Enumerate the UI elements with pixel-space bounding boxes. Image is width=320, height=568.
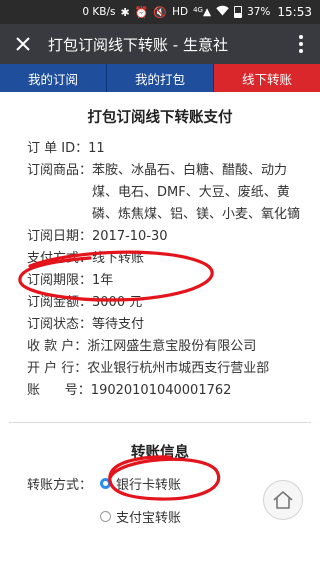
transfer-section-title: 转账信息 [131,445,189,461]
hd-icon: HD [172,6,189,18]
products-row: 订阅商品： 苯胺、冰晶石、白糖、醋酸、动力煤、电石、DMF、大豆、废纸、黄磷、炼… [27,160,308,226]
home-icon [273,491,293,509]
payee-row: 收 款 户： 浙江网盛生意宝股份有限公司 [27,336,308,358]
row-value: 1年 [92,273,114,288]
status-bar: 0 KB/s ✱ ⏰ 🔇 HD 4G▲ 37% 15:53 [0,0,320,24]
bluetooth-icon: ✱ [120,5,130,19]
signal-4g-icon: 4G▲ [193,6,212,18]
title-bar: 打包订阅线下转账 - 生意社 [0,24,320,64]
tab-bar: 我的订阅 我的打包 线下转账 [0,64,320,92]
tab-my-subscriptions[interactable]: 我的订阅 [0,64,107,92]
order-id-row: 订 单 ID： 11 [27,138,308,160]
status-row: 订阅状态： 等待支付 [27,314,308,336]
row-value: 11 [88,141,105,156]
row-value: 苯胺、冰晶石、白糖、醋酸、动力煤、电石、DMF、大豆、废纸、黄磷、炼焦煤、铝、镁… [92,163,301,222]
order-details: 订 单 ID： 11 订阅商品： 苯胺、冰晶石、白糖、醋酸、动力煤、电石、DMF… [0,138,320,402]
more-options-icon[interactable] [292,31,310,57]
row-label: 订阅金额： [27,295,93,310]
row-label: 订阅日期： [27,229,93,244]
row-value: 线下转账 [92,251,145,266]
transfer-method-label: 转账方式： [27,478,93,493]
option-label: 支付宝转账 [116,511,182,526]
amount-row: 订阅金额： 3000 元 [27,292,308,314]
bank-row: 开 户 行： 农业银行杭州市城西支行营业部 [27,358,308,380]
mute-icon: 🔇 [153,5,168,19]
battery-percent: 37% [247,6,271,18]
row-label: 订阅期限： [27,273,93,288]
row-label: 支付方式： [27,251,93,266]
account-number-row: 账 号： 19020101040001762 [27,380,308,402]
alarm-icon: ⏰ [134,5,149,19]
row-value: 浙江网盛生意宝股份有限公司 [87,339,257,354]
row-label: 订 单 ID： [27,141,89,156]
home-button[interactable] [263,480,303,520]
close-icon[interactable] [10,31,36,57]
subscription-date-row: 订阅日期： 2017-10-30 [27,226,308,248]
row-label: 订阅商品： [27,163,93,178]
payment-method-row: 支付方式： 线下转账 [27,248,308,270]
payment-section-title: 打包订阅线下转账支付 [87,110,233,126]
row-label: 开 户 行： [27,361,88,376]
option-label: 银行卡转账 [116,478,182,493]
row-value: 2017-10-30 [92,229,168,244]
row-value: 3000 元 [92,295,143,310]
radio-bank-card[interactable] [100,478,111,489]
clock: 15:53 [277,5,312,19]
battery-icon [234,6,243,18]
row-value: 19020101040001762 [90,383,232,398]
row-label: 账 号： [27,383,91,398]
wifi-icon [216,5,229,19]
subscription-term-row: 订阅期限： 1年 [27,270,308,292]
radio-alipay[interactable] [100,511,111,522]
network-type: 4G [193,6,203,14]
section-divider [9,422,311,423]
row-value: 等待支付 [92,317,145,332]
tab-offline-transfer[interactable]: 线下转账 [214,64,320,92]
tab-my-bundles[interactable]: 我的打包 [107,64,214,92]
row-label: 收 款 户： [27,339,88,354]
page-title: 打包订阅线下转账 - 生意社 [48,35,228,54]
row-label: 订阅状态： [27,317,93,332]
row-value: 农业银行杭州市城西支行营业部 [87,361,270,376]
network-speed: 0 KB/s [82,6,116,18]
